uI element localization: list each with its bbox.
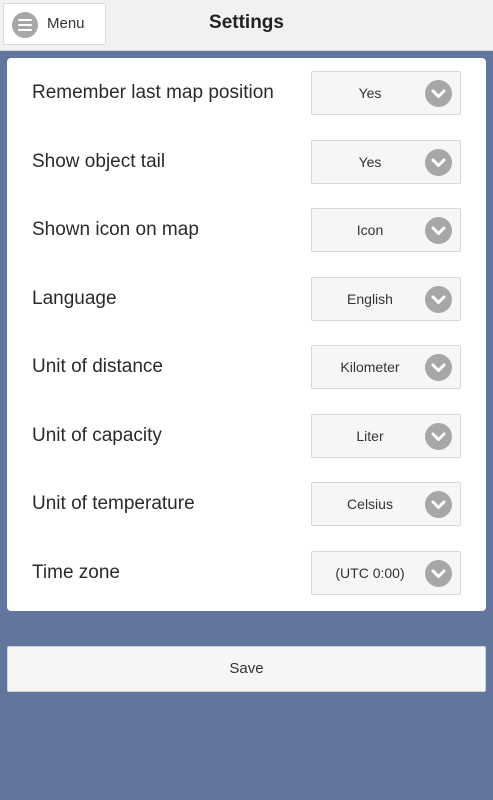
select-value: (UTC 0:00): [335, 565, 405, 581]
chevron-down-icon: [425, 286, 452, 313]
time-zone-select[interactable]: (UTC 0:00): [311, 551, 461, 595]
select-value: Celsius: [347, 496, 393, 512]
setting-row-remember-map-position: Remember last map position Yes: [7, 71, 486, 117]
select-value: English: [347, 291, 393, 307]
app-header: Menu Settings: [0, 0, 493, 51]
setting-row-time-zone: Time zone (UTC 0:00): [7, 551, 486, 597]
chevron-down-icon: [425, 149, 452, 176]
setting-row-language: Language English: [7, 277, 486, 323]
chevron-down-icon: [425, 560, 452, 587]
chevron-down-icon: [425, 354, 452, 381]
setting-row-object-tail: Show object tail Yes: [7, 140, 486, 186]
unit-of-distance-select[interactable]: Kilometer: [311, 345, 461, 389]
setting-label: Show object tail: [32, 151, 166, 172]
remember-map-position-select[interactable]: Yes: [311, 71, 461, 115]
object-tail-select[interactable]: Yes: [311, 140, 461, 184]
icon-on-map-select[interactable]: Icon: [311, 208, 461, 252]
language-select[interactable]: English: [311, 277, 461, 321]
page-title: Settings: [209, 12, 284, 33]
select-value: Liter: [356, 428, 384, 444]
setting-row-icon-on-map: Shown icon on map Icon: [7, 208, 486, 254]
setting-row-unit-of-temperature: Unit of temperature Celsius: [7, 482, 486, 528]
unit-of-temperature-select[interactable]: Celsius: [311, 482, 461, 526]
chevron-down-icon: [425, 491, 452, 518]
setting-label: Shown icon on map: [32, 219, 199, 240]
setting-label: Language: [32, 288, 117, 309]
setting-label: Unit of temperature: [32, 493, 195, 514]
select-value: Yes: [358, 154, 382, 170]
chevron-down-icon: [425, 80, 452, 107]
settings-panel: Remember last map position Yes Show obje…: [7, 58, 486, 611]
setting-row-unit-of-distance: Unit of distance Kilometer: [7, 345, 486, 391]
unit-of-capacity-select[interactable]: Liter: [311, 414, 461, 458]
setting-row-unit-of-capacity: Unit of capacity Liter: [7, 414, 486, 460]
chevron-down-icon: [425, 217, 452, 244]
select-value: Icon: [356, 222, 384, 238]
setting-label: Time zone: [32, 562, 120, 583]
select-value: Yes: [358, 85, 382, 101]
save-button[interactable]: Save: [7, 646, 486, 692]
setting-label: Unit of capacity: [32, 425, 162, 446]
select-value: Kilometer: [340, 359, 400, 375]
setting-label: Remember last map position: [32, 82, 274, 103]
chevron-down-icon: [425, 423, 452, 450]
setting-label: Unit of distance: [32, 356, 163, 377]
